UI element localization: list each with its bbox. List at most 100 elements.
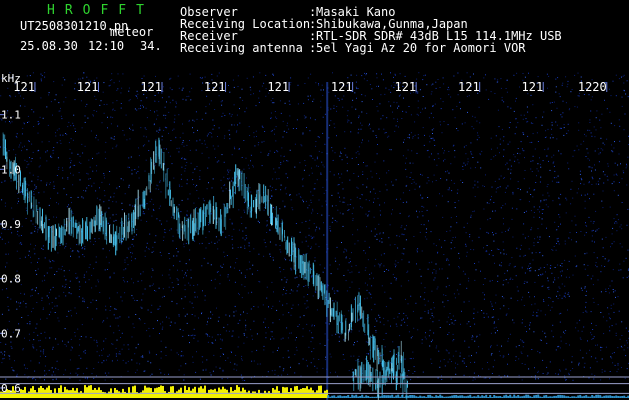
noise-speckle xyxy=(238,209,240,211)
noise-speckle xyxy=(284,188,286,190)
noise-speckle xyxy=(614,162,616,164)
noise-speckle xyxy=(379,190,381,192)
noise-speckle xyxy=(300,196,302,198)
noise-speckle xyxy=(380,355,382,357)
noise-speckle xyxy=(580,177,582,179)
noise-speckle xyxy=(421,205,423,207)
noise-speckle xyxy=(551,124,553,126)
noise-speckle xyxy=(132,229,134,231)
noise-speckle xyxy=(65,245,67,247)
noise-speckle xyxy=(2,358,4,360)
noise-floor-column xyxy=(333,395,336,398)
noise-speckle xyxy=(557,237,559,239)
noise-speckle xyxy=(202,369,204,371)
noise-speckle xyxy=(7,296,9,298)
noise-speckle xyxy=(330,273,332,275)
noise-speckle xyxy=(423,144,425,146)
noise-speckle xyxy=(177,279,179,281)
noise-speckle xyxy=(503,136,505,138)
noise-speckle xyxy=(328,323,330,325)
noise-speckle xyxy=(128,184,130,186)
noise-speckle xyxy=(270,112,272,114)
noise-speckle xyxy=(33,248,35,250)
noise-speckle xyxy=(34,226,36,227)
noise-speckle xyxy=(530,270,532,272)
noise-speckle xyxy=(181,143,183,145)
noise-speckle xyxy=(622,75,624,77)
noise-speckle xyxy=(314,183,316,185)
noise-speckle xyxy=(182,132,184,134)
noise-speckle xyxy=(296,119,298,121)
noise-speckle xyxy=(63,270,65,272)
noise-speckle xyxy=(584,362,586,364)
noise-speckle xyxy=(534,281,536,283)
noise-speckle xyxy=(131,295,133,297)
noise-speckle xyxy=(305,200,307,202)
noise-speckle xyxy=(211,132,212,134)
noise-speckle xyxy=(611,233,613,235)
noise-speckle xyxy=(109,183,110,185)
noise-speckle xyxy=(380,254,382,256)
noise-speckle xyxy=(614,290,616,292)
noise-speckle xyxy=(338,340,340,342)
noise-speckle xyxy=(11,207,13,209)
noise-speckle xyxy=(493,309,494,310)
noise-speckle xyxy=(333,123,335,125)
noise-speckle xyxy=(164,117,166,119)
noise-speckle xyxy=(132,205,134,207)
noise-speckle xyxy=(617,347,619,349)
noise-speckle xyxy=(521,341,523,343)
noise-speckle xyxy=(548,236,550,238)
noise-speckle xyxy=(386,189,388,191)
noise-speckle xyxy=(63,101,65,103)
noise-speckle xyxy=(503,305,505,307)
noise-speckle xyxy=(324,345,326,346)
noise-speckle xyxy=(279,271,281,273)
noise-speckle xyxy=(501,262,502,264)
noise-speckle xyxy=(31,295,33,296)
noise-speckle xyxy=(304,83,306,84)
noise-speckle xyxy=(221,115,223,117)
noise-speckle xyxy=(140,356,142,358)
noise-speckle xyxy=(140,100,142,102)
noise-speckle xyxy=(397,346,399,348)
noise-speckle xyxy=(602,190,604,192)
noise-speckle xyxy=(71,315,72,317)
noise-speckle xyxy=(305,240,307,242)
noise-speckle xyxy=(116,187,118,189)
noise-speckle xyxy=(490,346,491,348)
noise-speckle xyxy=(565,197,567,199)
noise-speckle xyxy=(84,145,86,147)
noise-speckle xyxy=(386,117,388,119)
noise-speckle xyxy=(242,99,244,101)
noise-speckle xyxy=(445,171,447,173)
noise-speckle xyxy=(173,128,175,130)
noise-speckle xyxy=(82,197,84,199)
noise-floor-column xyxy=(585,395,588,398)
noise-speckle xyxy=(244,245,245,247)
noise-speckle xyxy=(600,137,602,139)
noise-speckle xyxy=(606,138,608,140)
noise-speckle xyxy=(82,373,84,375)
noise-speckle xyxy=(376,233,378,235)
noise-speckle xyxy=(171,300,173,302)
noise-floor-column xyxy=(56,393,58,398)
noise-speckle xyxy=(464,273,466,275)
noise-speckle xyxy=(540,200,542,202)
noise-speckle xyxy=(64,79,66,81)
noise-speckle xyxy=(159,127,161,129)
noise-speckle xyxy=(103,360,105,362)
noise-speckle xyxy=(175,101,177,103)
noise-speckle xyxy=(218,316,220,318)
noise-speckle xyxy=(137,93,139,95)
noise-speckle xyxy=(56,305,58,307)
noise-speckle xyxy=(66,194,68,196)
noise-speckle xyxy=(397,118,398,120)
noise-speckle xyxy=(372,130,374,132)
noise-speckle xyxy=(390,85,392,87)
noise-speckle xyxy=(414,371,416,372)
noise-speckle xyxy=(508,127,510,129)
noise-speckle xyxy=(442,216,444,218)
noise-speckle xyxy=(537,241,539,243)
noise-speckle xyxy=(515,126,517,128)
